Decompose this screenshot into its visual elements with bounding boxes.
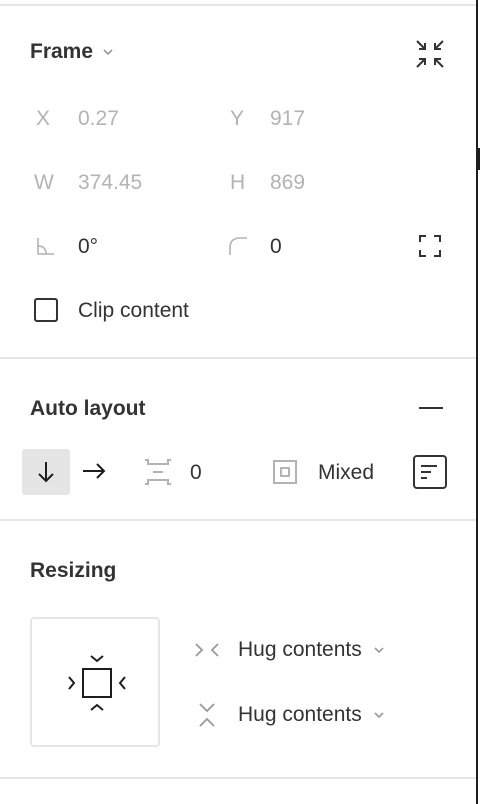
- x-input[interactable]: 0.27: [78, 107, 119, 131]
- resizing-title: Resizing: [30, 559, 117, 582]
- horizontal-resizing-label: Hug contents: [238, 638, 362, 661]
- rotation-input[interactable]: 0°: [78, 235, 98, 259]
- w-input[interactable]: 374.45: [78, 171, 142, 195]
- corner-radius-icon: [228, 236, 248, 256]
- canvas-edge: [476, 0, 480, 804]
- vertical-resizing-dropdown[interactable]: Hug contents: [194, 702, 386, 728]
- padding-icon: [273, 460, 297, 484]
- top-divider: [0, 4, 476, 6]
- canvas-edge-mark: [476, 148, 480, 170]
- w-label: W: [34, 171, 54, 194]
- resizing-divider: [0, 777, 476, 779]
- frame-section-header[interactable]: Frame: [30, 40, 115, 64]
- auto-layout-divider: [0, 519, 476, 521]
- chevron-down-icon: [101, 45, 115, 59]
- y-label: Y: [230, 107, 245, 130]
- hug-horizontal-icon: [194, 640, 220, 660]
- h-input[interactable]: 869: [270, 171, 305, 195]
- design-panel: Frame X 0.27 Y 917 W 374.45 H 869 0° 0 C…: [0, 0, 476, 804]
- arrow-down-icon: [36, 461, 56, 483]
- alignment-settings-icon[interactable]: [413, 455, 447, 489]
- clip-content-checkbox[interactable]: [34, 298, 58, 322]
- independent-corners-icon[interactable]: [418, 234, 442, 258]
- arrow-right-icon[interactable]: [82, 461, 106, 481]
- vertical-spacing-icon: [144, 458, 172, 486]
- horizontal-resizing-dropdown[interactable]: Hug contents: [194, 638, 386, 662]
- hug-vertical-icon: [194, 702, 220, 728]
- resizing-preview[interactable]: [30, 617, 160, 747]
- corner-radius-input[interactable]: 0: [270, 235, 282, 259]
- collapse-arrows-icon[interactable]: [414, 38, 446, 70]
- x-label: X: [36, 107, 51, 130]
- vertical-resizing-label: Hug contents: [238, 703, 362, 726]
- rotation-icon: [36, 236, 56, 256]
- hug-both-icon: [65, 652, 129, 716]
- frame-divider: [0, 357, 476, 359]
- padding-input[interactable]: Mixed: [318, 461, 374, 485]
- chevron-down-icon: [372, 708, 386, 722]
- clip-content-label: Clip content: [78, 299, 189, 322]
- direction-vertical-button[interactable]: [22, 449, 70, 495]
- h-label: H: [230, 171, 246, 194]
- y-input[interactable]: 917: [270, 107, 305, 131]
- frame-title: Frame: [30, 40, 94, 63]
- chevron-down-icon: [372, 643, 386, 657]
- auto-layout-title: Auto layout: [30, 397, 146, 420]
- spacing-input[interactable]: 0: [190, 461, 202, 485]
- remove-auto-layout-icon[interactable]: [418, 398, 444, 418]
